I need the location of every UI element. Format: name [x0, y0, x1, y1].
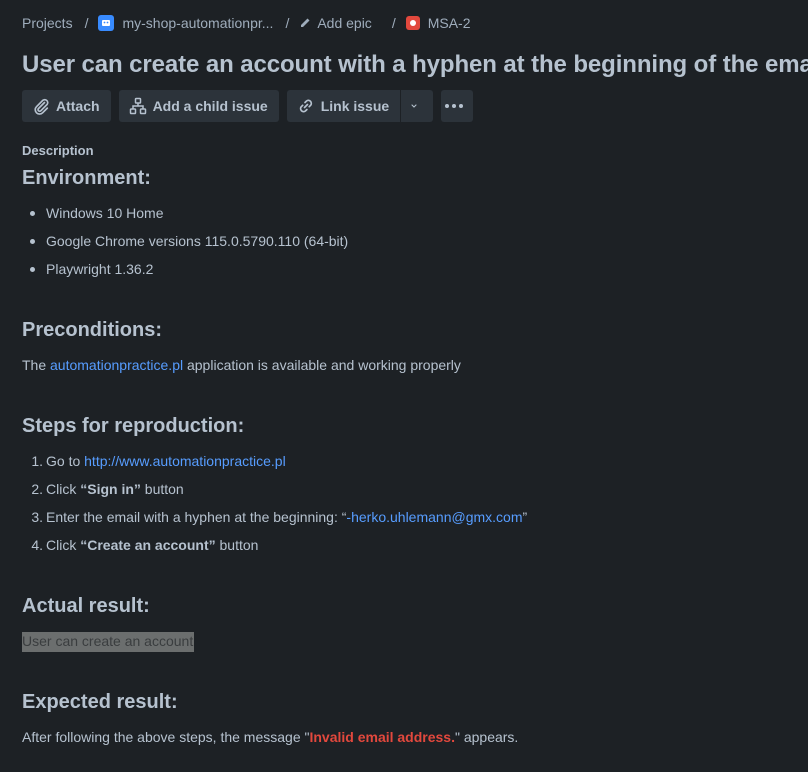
link-icon: [299, 99, 312, 113]
attach-label: Attach: [56, 98, 100, 114]
hierarchy-icon: [129, 97, 146, 115]
steps-list: 1. Go to http://www.automationpractice.pl…: [22, 447, 527, 559]
bug-icon: [405, 16, 420, 30]
environment-heading: Environment:: [22, 167, 151, 189]
list-item: Playwright 1.36.2: [22, 255, 348, 283]
pencil-icon: [299, 17, 311, 29]
text: Click: [46, 481, 81, 497]
expected-result-heading: Expected result:: [22, 691, 178, 713]
link-issue-dropdown-button[interactable]: [400, 90, 434, 122]
list-item: 2. Click “Sign in” button: [22, 475, 527, 503]
add-child-issue-button[interactable]: Add a child issue: [118, 90, 279, 122]
link-issue-group: Link issue: [286, 90, 434, 122]
preconditions-text: The automationpractice.pl application is…: [22, 357, 461, 373]
issue-title[interactable]: User can create an account with a hyphen…: [22, 51, 808, 79]
text: Go to: [46, 453, 85, 469]
steps-heading: Steps for reproduction:: [22, 415, 245, 437]
site-url-link[interactable]: http://www.automationpractice.pl: [84, 453, 286, 469]
text: button: [215, 537, 259, 553]
step-number: 3.: [31, 509, 43, 525]
step-number: 1.: [31, 453, 43, 469]
environment-list: Windows 10 Home Google Chrome versions 1…: [22, 199, 348, 283]
text: Click: [46, 537, 81, 553]
text: Enter the email with a hyphen at the beg…: [46, 509, 347, 525]
preconditions-heading: Preconditions:: [22, 319, 163, 341]
breadcrumb-issue-key[interactable]: MSA-2: [428, 15, 471, 31]
automationpractice-link[interactable]: automationpractice.pl: [50, 357, 183, 373]
breadcrumb-add-epic[interactable]: Add epic: [317, 15, 371, 31]
issue-toolbar: Attach Add a child issue Link issue: [22, 90, 481, 122]
project-avatar-icon: [98, 15, 115, 31]
step-number: 4.: [31, 537, 43, 553]
bold-text: “Create an account”: [80, 537, 216, 553]
list-item: Google Chrome versions 115.0.5790.110 (6…: [22, 227, 348, 255]
chevron-down-icon: [411, 104, 417, 108]
add-child-issue-label: Add a child issue: [152, 98, 268, 114]
breadcrumb-separator: /: [84, 15, 89, 31]
breadcrumb-projects[interactable]: Projects: [22, 15, 73, 31]
breadcrumb-project[interactable]: my-shop-automationpr...: [122, 15, 273, 31]
description-label: Description: [22, 143, 94, 158]
actual-result-heading: Actual result:: [22, 595, 150, 617]
breadcrumb: Projects / my-shop-automationpr... / Add…: [22, 15, 471, 31]
email-link[interactable]: -herko.uhlemann@gmx.com: [346, 509, 522, 525]
list-item: 3. Enter the email with a hyphen at the b…: [22, 503, 527, 531]
error-message-text: Invalid email address.: [309, 729, 455, 745]
link-issue-button[interactable]: Link issue: [286, 90, 401, 122]
list-item: Windows 10 Home: [22, 199, 348, 227]
step-number: 2.: [31, 481, 43, 497]
list-item: 1. Go to http://www.automationpractice.pl: [22, 447, 527, 475]
text: After following the above steps, the mes…: [22, 729, 310, 745]
bold-text: “Sign in”: [80, 481, 141, 497]
text: ”: [522, 509, 528, 525]
highlighted-text: User can create an account: [22, 632, 195, 652]
paperclip-icon: [34, 98, 49, 115]
text: application is available and working pro…: [183, 357, 461, 373]
more-actions-button[interactable]: [441, 90, 474, 122]
text: The: [22, 357, 51, 373]
breadcrumb-separator: /: [285, 15, 290, 31]
actual-result-text: User can create an account: [22, 632, 195, 652]
expected-result-text: After following the above steps, the mes…: [22, 729, 518, 745]
text: button: [140, 481, 184, 497]
text: " appears.: [454, 729, 519, 745]
breadcrumb-separator: /: [391, 15, 396, 31]
attach-button[interactable]: Attach: [22, 90, 111, 122]
list-item: 4. Click “Create an account” button: [22, 531, 527, 559]
more-icon: [445, 104, 464, 108]
link-issue-label: Link issue: [320, 98, 390, 114]
